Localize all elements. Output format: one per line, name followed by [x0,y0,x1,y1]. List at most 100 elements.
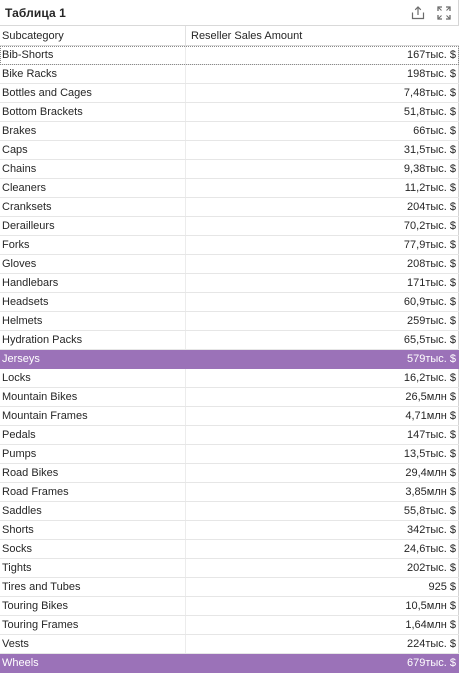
table-row[interactable]: Jerseys 579тыс. $ [0,350,459,369]
table-row[interactable]: Saddles 55,8тыс. $ [0,502,459,521]
table-row[interactable]: Tires and Tubes 925 $ [0,578,459,597]
cell-subcategory: Bottom Brackets [2,106,83,118]
cell-amount: 70,2тыс. $ [185,217,459,235]
cell-subcategory: Road Bikes [2,467,59,479]
table-row[interactable]: Touring Bikes 10,5млн $ [0,597,459,616]
cell-amount: 77,9тыс. $ [185,236,459,254]
cell-amount-text: 65,5тыс. $ [403,334,456,346]
cell-subcategory: Headsets [2,296,49,308]
cell-amount: 167тыс. $ [185,46,459,64]
expand-fullscreen-icon[interactable] [436,5,452,21]
cell-subcategory: Bike Racks [2,68,58,80]
table-row[interactable]: Vests 224тыс. $ [0,635,459,654]
panel-title: Таблица 1 [5,5,66,20]
table-row[interactable]: Touring Frames 1,64млн $ [0,616,459,635]
cell-amount: 202тыс. $ [185,559,459,577]
cell-subcategory: Bib-Shorts [2,49,54,61]
cell-amount: 51,8тыс. $ [185,103,459,121]
cell-subcategory: Vests [2,638,29,650]
table-body: Bib-Shorts 167тыс. $ Bike Racks 198тыс. $ Bo… [0,46,459,673]
cell-amount-text: 7,48тыс. $ [403,87,456,99]
cell-amount-text: 679тыс. $ [406,657,456,669]
cell-amount: 679тыс. $ [185,654,459,672]
cell-amount: 224тыс. $ [185,635,459,653]
table-row[interactable]: Tights 202тыс. $ [0,559,459,578]
table-panel: Таблица 1 Subcategory Reseller Sales Amo… [0,0,459,673]
table-row[interactable]: Cranksets 204тыс. $ [0,198,459,217]
cell-amount-text: 29,4млн $ [405,467,456,479]
cell-amount-text: 342тыс. $ [406,524,456,536]
table-row[interactable]: Helmets 259тыс. $ [0,312,459,331]
cell-amount-text: 24,6тыс. $ [403,543,456,555]
table-row[interactable]: Brakes 66тыс. $ [0,122,459,141]
cell-amount-text: 171тыс. $ [406,277,456,289]
cell-subcategory: Tights [2,562,32,574]
cell-amount: 579тыс. $ [185,350,459,368]
cell-amount: 26,5млн $ [185,388,459,406]
table-row[interactable]: Pumps 13,5тыс. $ [0,445,459,464]
cell-amount-text: 16,2тыс. $ [403,372,456,384]
table-row[interactable]: Cleaners 11,2тыс. $ [0,179,459,198]
cell-subcategory: Tires and Tubes [2,581,81,593]
table-row[interactable]: Bike Racks 198тыс. $ [0,65,459,84]
cell-amount-text: 51,8тыс. $ [403,106,456,118]
table-row[interactable]: Forks 77,9тыс. $ [0,236,459,255]
table-row[interactable]: Pedals 147тыс. $ [0,426,459,445]
table-row[interactable]: Road Frames 3,85млн $ [0,483,459,502]
cell-amount: 9,38тыс. $ [185,160,459,178]
table-row[interactable]: Road Bikes 29,4млн $ [0,464,459,483]
cell-amount-text: 198тыс. $ [406,68,456,80]
cell-amount: 10,5млн $ [185,597,459,615]
cell-amount: 4,71млн $ [185,407,459,425]
cell-amount: 171тыс. $ [185,274,459,292]
cell-subcategory: Socks [2,543,32,555]
table-row[interactable]: Mountain Bikes 26,5млн $ [0,388,459,407]
table-row[interactable]: Socks 24,6тыс. $ [0,540,459,559]
share-export-icon[interactable] [410,5,426,21]
cell-amount: 1,64млн $ [185,616,459,634]
cell-amount-text: 147тыс. $ [406,429,456,441]
cell-amount-text: 925 $ [428,581,456,593]
cell-amount: 24,6тыс. $ [185,540,459,558]
cell-amount-text: 70,2тыс. $ [403,220,456,232]
cell-subcategory: Gloves [2,258,37,270]
table-row[interactable]: Derailleurs 70,2тыс. $ [0,217,459,236]
table-row[interactable]: Gloves 208тыс. $ [0,255,459,274]
cell-subcategory: Helmets [2,315,43,327]
cell-amount: 198тыс. $ [185,65,459,83]
cell-amount-text: 1,64млн $ [405,619,456,631]
panel-titlebar: Таблица 1 [0,0,458,25]
cell-subcategory: Handlebars [2,277,59,289]
table-row[interactable]: Mountain Frames 4,71млн $ [0,407,459,426]
column-header-subcategory[interactable]: Subcategory [0,26,185,45]
cell-amount-text: 9,38тыс. $ [403,163,456,175]
table-row[interactable]: Wheels 679тыс. $ [0,654,459,673]
cell-subcategory: Mountain Frames [2,410,88,422]
table-row[interactable]: Handlebars 171тыс. $ [0,274,459,293]
table-row[interactable]: Bottom Brackets 51,8тыс. $ [0,103,459,122]
table-row[interactable]: Bib-Shorts 167тыс. $ [0,46,459,65]
table-row[interactable]: Headsets 60,9тыс. $ [0,293,459,312]
table-row[interactable]: Caps 31,5тыс. $ [0,141,459,160]
cell-amount-text: 204тыс. $ [406,201,456,213]
cell-amount: 147тыс. $ [185,426,459,444]
table-row[interactable]: Locks 16,2тыс. $ [0,369,459,388]
cell-subcategory: Derailleurs [2,220,55,232]
cell-amount: 3,85млн $ [185,483,459,501]
cell-amount-text: 13,5тыс. $ [403,448,456,460]
cell-subcategory: Road Frames [2,486,69,498]
cell-subcategory: Cranksets [2,201,52,213]
cell-amount-text: 66тыс. $ [413,125,456,137]
column-header-amount[interactable]: Reseller Sales Amount [185,26,459,45]
cell-amount-text: 579тыс. $ [406,353,456,365]
cell-amount: 31,5тыс. $ [185,141,459,159]
cell-amount-text: 3,85млн $ [405,486,456,498]
table-row[interactable]: Chains 9,38тыс. $ [0,160,459,179]
table-row[interactable]: Shorts 342тыс. $ [0,521,459,540]
table-row[interactable]: Bottles and Cages 7,48тыс. $ [0,84,459,103]
cell-amount: 60,9тыс. $ [185,293,459,311]
cell-amount-text: 26,5млн $ [405,391,456,403]
cell-amount: 29,4млн $ [185,464,459,482]
cell-subcategory: Brakes [2,125,37,137]
table-row[interactable]: Hydration Packs 65,5тыс. $ [0,331,459,350]
